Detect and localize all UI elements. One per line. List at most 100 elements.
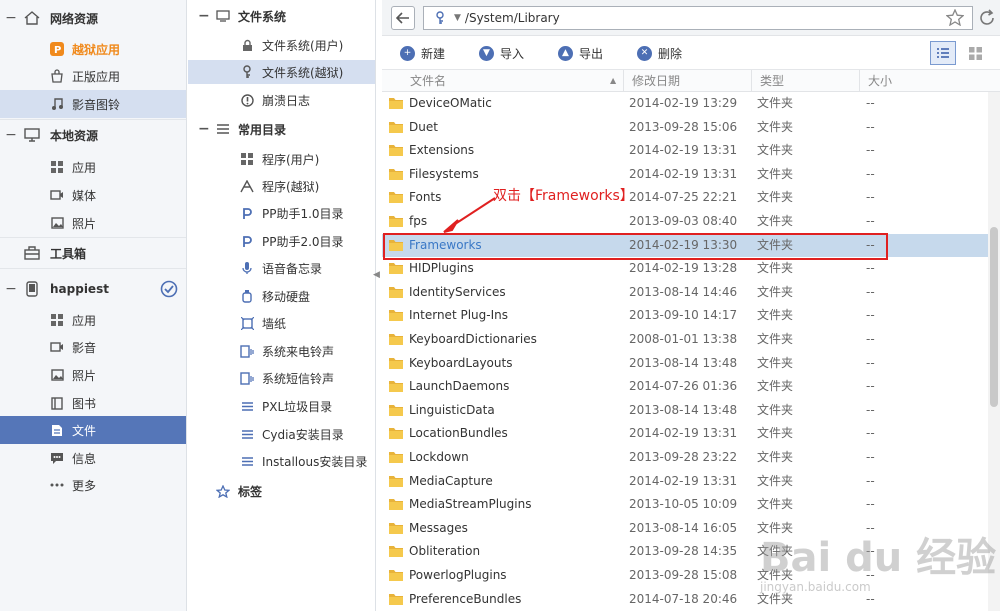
tree-item-fs-user[interactable]: 文件系统(用户)	[188, 33, 375, 57]
tree-item-pxl-trash[interactable]: PXL垃圾目录	[188, 394, 375, 418]
file-name: MediaCapture	[409, 473, 493, 488]
section-label: 网络资源	[50, 11, 99, 26]
tree-section-tags[interactable]: 标签	[188, 477, 375, 505]
folder-icon	[389, 428, 403, 440]
file-row[interactable]: PreferenceBundles 2014-07-18 20:46 文件夹 --	[382, 588, 988, 611]
tree-item-sms-tones[interactable]: 系统短信铃声	[188, 366, 375, 390]
new-button[interactable]: + 新建	[400, 43, 445, 63]
tree-item-system-ringtones[interactable]: 系统来电铃声	[188, 339, 375, 363]
panel-collapse-arrow-icon[interactable]: ◀	[373, 270, 381, 282]
tree-item-apps-jailbreak[interactable]: 程序(越狱)	[188, 174, 375, 198]
file-row[interactable]: HIDPlugins 2014-02-19 13:28 文件夹 --	[382, 257, 988, 281]
back-button[interactable]	[391, 6, 415, 30]
shopping-bag-icon	[50, 69, 64, 83]
file-row[interactable]: KeyboardDictionaries 2008-01-01 13:38 文件夹 -…	[382, 328, 988, 352]
sidebar-item-device-files[interactable]: 文件	[0, 416, 186, 444]
collapse-icon[interactable]: −	[0, 10, 22, 26]
sidebar-item-jailbreak-apps[interactable]: P 越狱应用	[0, 35, 186, 63]
sidebar-item-device-books[interactable]: 图书	[0, 389, 186, 417]
file-row[interactable]: KeyboardLayouts 2013-08-14 13:48 文件夹 --	[382, 352, 988, 376]
delete-button[interactable]: ✕ 删除	[637, 43, 682, 63]
file-date: 2013-09-28 15:08	[629, 568, 738, 582]
sidebar-item-device-video[interactable]: 影音	[0, 333, 186, 361]
toolbox-icon	[22, 245, 42, 261]
file-date: 2013-09-10 14:17	[629, 308, 738, 323]
file-size: --	[866, 96, 875, 110]
collapse-icon[interactable]: −	[198, 8, 212, 24]
file-size: --	[866, 426, 875, 441]
file-row[interactable]: Duet 2013-09-28 15:06 文件夹 --	[382, 116, 988, 140]
column-header-size[interactable]: 大小	[860, 70, 988, 92]
column-header-type[interactable]: 类型	[752, 70, 860, 92]
file-row[interactable]: IdentityServices 2013-08-14 14:46 文件夹 --	[382, 281, 988, 305]
file-row[interactable]: Internet Plug-Ins 2013-09-10 14:17 文件夹 --	[382, 304, 988, 328]
chat-bubble-icon	[50, 451, 64, 465]
file-size: --	[866, 450, 875, 464]
sidebar-item-local-apps[interactable]: 应用	[0, 153, 186, 181]
collapse-icon[interactable]: −	[198, 121, 212, 137]
pp-icon	[240, 234, 254, 248]
file-name: MediaStreamPlugins	[409, 497, 532, 512]
tree-item-crash-logs[interactable]: 崩溃日志	[188, 88, 375, 112]
tree-section-filesystem[interactable]: − 文件系统	[188, 2, 375, 30]
folder-icon	[389, 404, 403, 416]
export-button[interactable]: ▲ 导出	[558, 43, 603, 63]
scrollbar-thumb[interactable]	[990, 227, 998, 407]
sidebar-item-device-more[interactable]: 更多	[0, 471, 186, 499]
file-row[interactable]: LocationBundles 2014-02-19 13:31 文件夹 --	[382, 422, 988, 446]
file-date: 2014-02-19 13:31	[629, 426, 738, 441]
collapse-icon[interactable]: −	[0, 281, 22, 297]
left-sidebar: − 网络资源 P 越狱应用 正版应用 影音图铃 − 本地资源 应用 媒体 照片 …	[0, 0, 187, 611]
list-view-button[interactable]	[930, 41, 956, 65]
tree-item-apps-user[interactable]: 程序(用户)	[188, 147, 375, 171]
tree-item-pp2-dir[interactable]: PP助手2.0目录	[188, 229, 375, 253]
file-row[interactable]: LinguisticData 2013-08-14 13:48 文件夹 --	[382, 399, 988, 423]
sidebar-item-local-photos[interactable]: 照片	[0, 209, 186, 237]
tree-section-label: 文件系统	[238, 9, 287, 24]
sidebar-item-local-media[interactable]: 媒体	[0, 181, 186, 209]
sidebar-item-label: 图书	[72, 396, 97, 411]
import-button[interactable]: ▼ 导入	[479, 43, 524, 63]
refresh-icon[interactable]	[978, 9, 996, 30]
tree-item-installous[interactable]: Installous安装目录	[188, 449, 375, 473]
file-row[interactable]: MediaStreamPlugins 2013-10-05 10:09 文件夹 --	[382, 493, 988, 517]
tree-item-cydia-install[interactable]: Cydia安装目录	[188, 422, 375, 446]
baidu-watermark-url: jingyan.baidu.com	[760, 580, 871, 594]
tree-item-label: Installous安装目录	[262, 454, 368, 469]
column-header-date[interactable]: 修改日期	[624, 70, 752, 92]
path-input[interactable]: ▼ /System/Library	[423, 6, 973, 30]
favorite-star-icon[interactable]	[945, 8, 965, 29]
sidebar-item-media-ringtones[interactable]: 影音图铃	[0, 90, 186, 118]
file-type: 文件夹	[757, 332, 794, 346]
section-toolbox[interactable]: 工具箱	[0, 239, 186, 267]
file-row[interactable]: MediaCapture 2014-02-19 13:31 文件夹 --	[382, 470, 988, 494]
tree-item-voice-memos[interactable]: 语音备忘录	[188, 256, 375, 280]
file-type: 文件夹	[757, 261, 794, 276]
section-network-resources[interactable]: − 网络资源	[0, 4, 186, 32]
tree-section-common-dirs[interactable]: − 常用目录	[188, 115, 375, 143]
grid-view-button[interactable]	[962, 41, 988, 65]
collapse-icon[interactable]: −	[0, 127, 22, 143]
section-local-resources[interactable]: − 本地资源	[0, 121, 186, 149]
column-header-name[interactable]: 文件名	[402, 70, 624, 92]
tree-item-pp1-dir[interactable]: PP助手1.0目录	[188, 201, 375, 225]
file-row[interactable]: LaunchDaemons 2014-07-26 01:36 文件夹 --	[382, 375, 988, 399]
tree-item-mobile-disk[interactable]: 移动硬盘	[188, 284, 375, 308]
sidebar-item-device-apps[interactable]: 应用	[0, 306, 186, 334]
tree-item-label: 程序(用户)	[262, 152, 320, 167]
tree-item-wallpaper[interactable]: 墙纸	[188, 311, 375, 335]
file-name: KeyboardDictionaries	[409, 332, 537, 346]
file-row[interactable]: Filesystems 2014-02-19 13:31 文件夹 --	[382, 163, 988, 187]
folder-icon	[389, 168, 403, 180]
folder-icon	[389, 286, 403, 298]
path-dropdown-icon[interactable]: ▼	[454, 13, 461, 23]
sidebar-item-official-apps[interactable]: 正版应用	[0, 62, 186, 90]
sidebar-item-device-messages[interactable]: 信息	[0, 444, 186, 472]
file-row[interactable]: Extensions 2014-02-19 13:31 文件夹 --	[382, 139, 988, 163]
sidebar-item-device-photos[interactable]: 照片	[0, 361, 186, 389]
file-icon	[50, 423, 64, 437]
file-row[interactable]: Lockdown 2013-09-28 23:22 文件夹 --	[382, 446, 988, 470]
section-device-happiest[interactable]: − happiest	[0, 275, 186, 303]
file-row[interactable]: DeviceOMatic 2014-02-19 13:29 文件夹 --	[382, 92, 988, 116]
tree-item-fs-jailbreak[interactable]: 文件系统(越狱)	[188, 60, 375, 84]
